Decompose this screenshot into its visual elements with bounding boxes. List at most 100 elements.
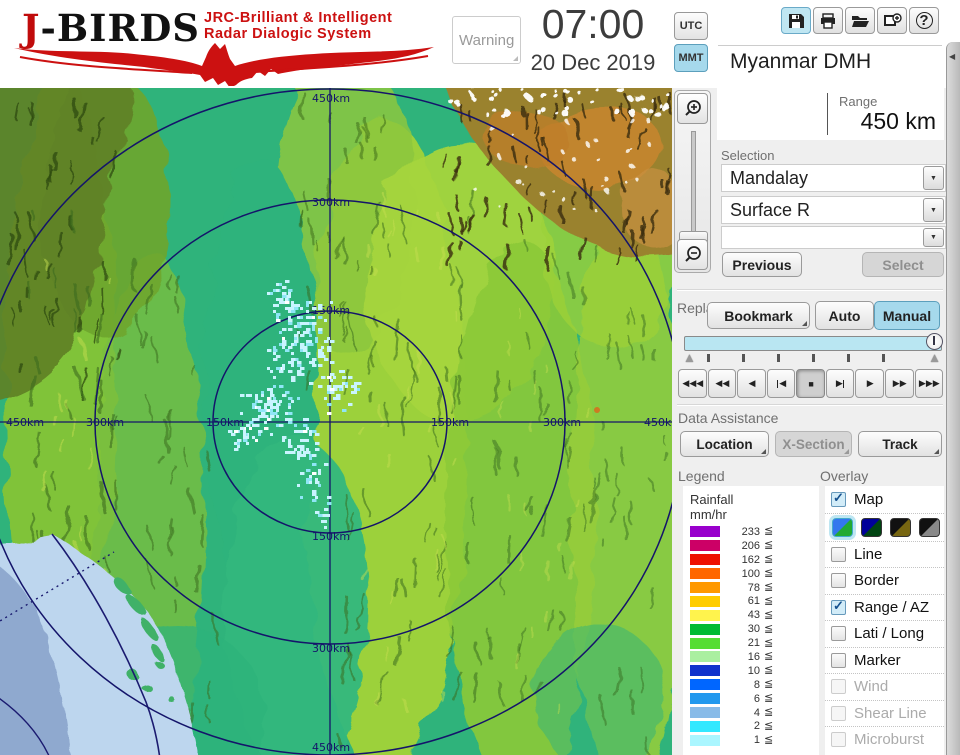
playback-step-back-button[interactable]: ◀ [766,369,796,398]
checkbox-marker[interactable] [831,652,846,668]
product-dropdown[interactable]: Surface R ▼ [721,196,946,224]
legend-entry: 30 ≦ [690,622,813,636]
overlay-item-lati-long[interactable]: Lati / Long [825,620,944,647]
triangle-icon: ▶ [918,378,926,388]
legend-color-swatch [690,623,720,635]
legend-entry: 233 ≦ [690,525,813,539]
playback-play-button[interactable]: ▶ [855,369,884,398]
zoom-in-button[interactable] [677,93,708,124]
option-dropdown-button[interactable]: ▼ [923,228,944,247]
overlay-item-line[interactable]: Line [825,540,944,568]
checkbox-line[interactable] [831,546,846,562]
playback-forward-button[interactable]: ▶ ▶ [884,369,914,398]
mmt-button[interactable]: MMT [674,44,708,72]
previous-button[interactable]: Previous [722,252,802,277]
auto-button[interactable]: Auto [815,301,874,330]
playback-rewind-fast-button[interactable]: ◀ ◀ ◀ [678,369,707,398]
save-icon [789,13,804,28]
map-style-swatch-1[interactable] [832,517,853,537]
clock: 07:00 20 Dec 2019 [516,0,670,78]
radar-map[interactable]: 450km 300km 150km 150km 300km 450km 450km 300km… [0,88,672,755]
legend-color-swatch [690,665,720,677]
terrain-spot [594,407,600,413]
playback-rewind-button[interactable]: ◀ ◀ [707,369,737,398]
replay-slider-ticks: ▲ ▲ [683,350,941,367]
logo-subtitle: JRC-Brilliant & Intelligent Radar Dialog… [204,10,393,42]
overlay-item-map[interactable]: ✓ Map [825,486,944,513]
data-assistance-label: Data Assistance [678,410,779,426]
checkbox-border[interactable] [831,573,846,589]
site-dropdown-button[interactable]: ▼ [923,166,944,190]
product-dropdown-button[interactable]: ▼ [923,198,944,222]
print-button[interactable] [813,7,843,34]
legend-entry: 16 ≦ [690,650,813,664]
help-button[interactable]: ? [909,7,939,34]
bookmark-button[interactable]: Bookmark [707,302,810,329]
triangle-icon: ▶ [932,378,940,388]
option-dropdown[interactable]: ▼ [721,226,946,249]
legend-color-swatch [690,637,720,649]
overlay-item-label: Map [854,490,884,508]
overlay-item-range-az[interactable]: ✓ Range / AZ [825,593,944,621]
triangle-icon: ◀ [682,378,689,388]
select-button[interactable]: Select [862,252,944,277]
legend-color-swatch [690,568,720,580]
legend-color-swatch [690,707,720,719]
legend-entry: 78 ≦ [690,581,813,595]
range-ring-label: 300km [312,642,350,655]
add-image-button[interactable] [877,7,907,34]
playback-play-reverse-button[interactable]: ◀ [737,369,766,398]
overlay-item-wind: Wind [825,673,944,700]
legend-color-swatch [690,526,720,538]
legend-threshold-value: 78 [747,581,760,594]
overlay-item-label: Range / AZ [854,598,930,616]
control-panel: Range 450 km Selection Mandalay ▼ Surfac… [672,88,946,755]
checkbox-lati-long[interactable] [831,626,846,642]
playback-stop-button[interactable]: ■ [796,369,825,398]
slider-tick [707,354,710,362]
warning-button[interactable]: Warning [452,16,521,64]
playback-step-forward-button[interactable]: ▶ [825,369,855,398]
panel-collapse-strip[interactable]: ◀ [946,42,960,755]
legend-threshold-value: 8 [753,678,760,691]
xsection-button[interactable]: X-Section [775,431,852,457]
legend-entry: 2 ≦ [690,719,813,733]
lte-symbol: ≦ [764,664,774,677]
range-ring-label: 300km [312,196,350,209]
corner-arrow-icon [761,449,766,454]
range-ring-label: 450km [644,416,672,429]
collapse-arrow-icon: ◀ [949,52,956,61]
map-style-swatches [825,512,944,541]
zoom-slider-track[interactable] [691,131,696,243]
map-style-swatch-3[interactable] [890,517,911,537]
bar-icon [776,379,779,388]
site-dropdown[interactable]: Mandalay ▼ [721,164,946,192]
playback-controls: ◀ ◀ ◀ ◀ ◀ ◀ ◀ ■ ▶ ▶ ▶ ▶ ▶ ▶ ▶ [678,369,944,398]
manual-button[interactable]: Manual [874,301,940,330]
legend-entry: 10 ≦ [690,664,813,678]
location-button[interactable]: Location [680,431,769,457]
legend-threshold-value: 61 [747,595,760,608]
playback-forward-fast-button[interactable]: ▶ ▶ ▶ [914,369,944,398]
open-folder-button[interactable] [845,7,875,34]
legend-entry: 4 ≦ [690,706,813,720]
legend-color-swatch [690,595,720,607]
map-style-swatch-4[interactable] [919,517,940,537]
zoom-out-button[interactable] [677,239,708,270]
overlay-item-marker[interactable]: Marker [825,646,944,674]
track-button[interactable]: Track [858,431,942,457]
checkbox-microburst [831,732,846,748]
replay-slider[interactable] [684,333,943,351]
replay-slider-handle[interactable] [926,333,943,350]
checkbox-range-az[interactable]: ✓ [831,598,846,615]
legend-threshold-value: 233 [741,525,760,538]
range-ring-label: 450km [312,92,350,105]
legend-threshold-value: 162 [741,553,760,566]
triangle-icon: ◀ [748,378,755,388]
overlay-item-border[interactable]: Border [825,567,944,594]
checkbox-map[interactable]: ✓ [831,490,846,507]
save-button[interactable] [781,7,811,34]
map-style-swatch-2[interactable] [861,517,882,537]
utc-button[interactable]: UTC [674,12,708,40]
station-name: Myanmar DMH [730,50,872,73]
